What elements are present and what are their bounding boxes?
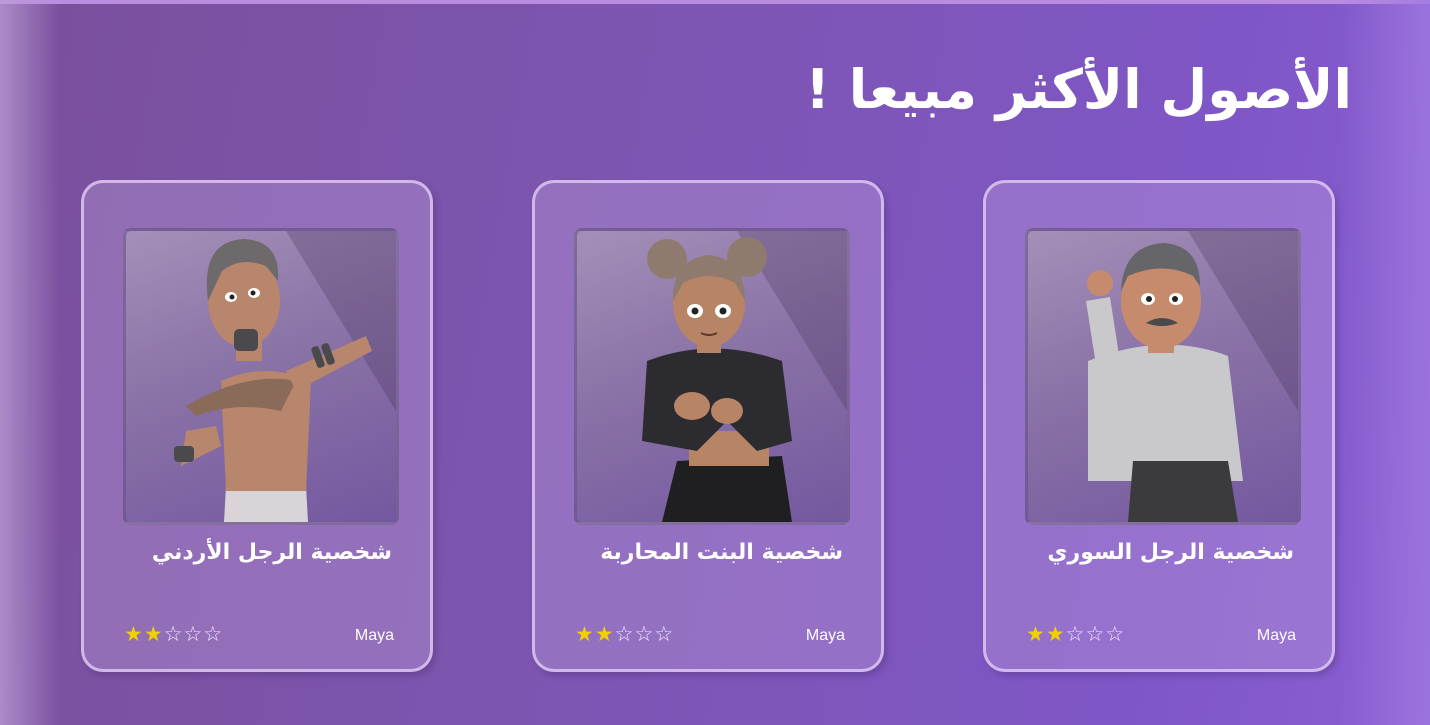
star-empty-icon: ☆: [1065, 622, 1085, 646]
star-filled-icon: ★: [594, 622, 614, 646]
rating-stars: ★ ★ ☆ ☆ ☆: [1026, 623, 1124, 645]
star-filled-icon: ★: [1026, 622, 1045, 646]
asset-title[interactable]: شخصية البنت المحاربة: [600, 540, 843, 565]
star-filled-icon: ★: [1045, 622, 1065, 646]
star-empty-icon: ☆: [614, 622, 634, 646]
rating-stars: ★ ★ ☆ ☆ ☆: [124, 623, 222, 645]
asset-card-syrian-man[interactable]: شخصية الرجل السوري ★ ★ ☆ ☆ ☆ Maya: [983, 180, 1335, 672]
left-edge-shade: [0, 0, 60, 725]
rating-stars: ★ ★ ☆ ☆ ☆: [575, 623, 673, 645]
jordanian-man-character-image: [174, 231, 396, 522]
syrian-man-character-image: [1086, 231, 1298, 522]
star-empty-icon: ☆: [654, 622, 674, 646]
author-name: Maya: [1256, 627, 1296, 644]
asset-title[interactable]: شخصية الرجل الأردني: [152, 540, 392, 565]
star-empty-icon: ☆: [163, 622, 183, 646]
warrior-girl-character-image: [642, 231, 847, 522]
section-title: الأصول الأكثر مبيعا !: [805, 58, 1352, 121]
top-border: [0, 0, 1430, 4]
star-empty-icon: ☆: [1105, 622, 1125, 646]
asset-card-warrior-girl[interactable]: شخصية البنت المحاربة ★ ★ ☆ ☆ ☆ Maya: [532, 180, 884, 672]
star-empty-icon: ☆: [1085, 622, 1105, 646]
star-filled-icon: ★: [575, 622, 594, 646]
star-empty-icon: ☆: [634, 622, 654, 646]
author-name: Maya: [805, 627, 845, 644]
asset-thumbnail[interactable]: [123, 228, 399, 525]
asset-thumbnail[interactable]: [574, 228, 850, 525]
author-name: Maya: [354, 627, 394, 644]
asset-thumbnail[interactable]: [1025, 228, 1301, 525]
asset-title[interactable]: شخصية الرجل السوري: [1047, 540, 1294, 565]
asset-card-jordanian-man[interactable]: شخصية الرجل الأردني ★ ★ ☆ ☆ ☆ Maya: [81, 180, 433, 672]
star-empty-icon: ☆: [203, 622, 223, 646]
star-filled-icon: ★: [124, 622, 143, 646]
star-filled-icon: ★: [143, 622, 163, 646]
star-empty-icon: ☆: [183, 622, 203, 646]
right-edge-glow: [1340, 0, 1430, 725]
